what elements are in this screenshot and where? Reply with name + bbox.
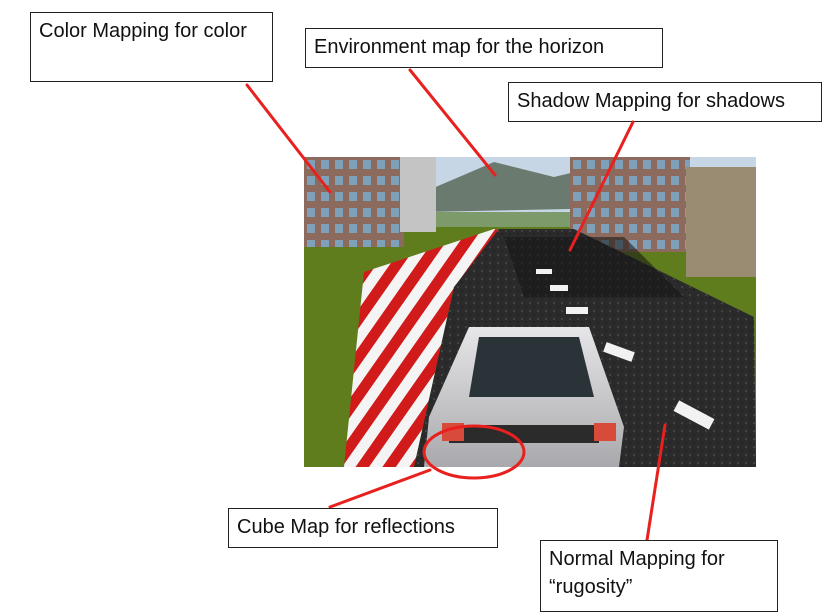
arrow-cube-map (328, 468, 432, 509)
environment-map-label: Environment map for the horizon (305, 28, 663, 68)
racing-game-render (304, 157, 756, 467)
color-mapping-label: Color Mapping for color (30, 12, 273, 82)
normal-mapping-label: Normal Mapping for “rugosity” (540, 540, 778, 612)
shadow-mapping-label: Shadow Mapping for shadows (508, 82, 822, 122)
cube-map-label: Cube Map for reflections (228, 508, 498, 548)
